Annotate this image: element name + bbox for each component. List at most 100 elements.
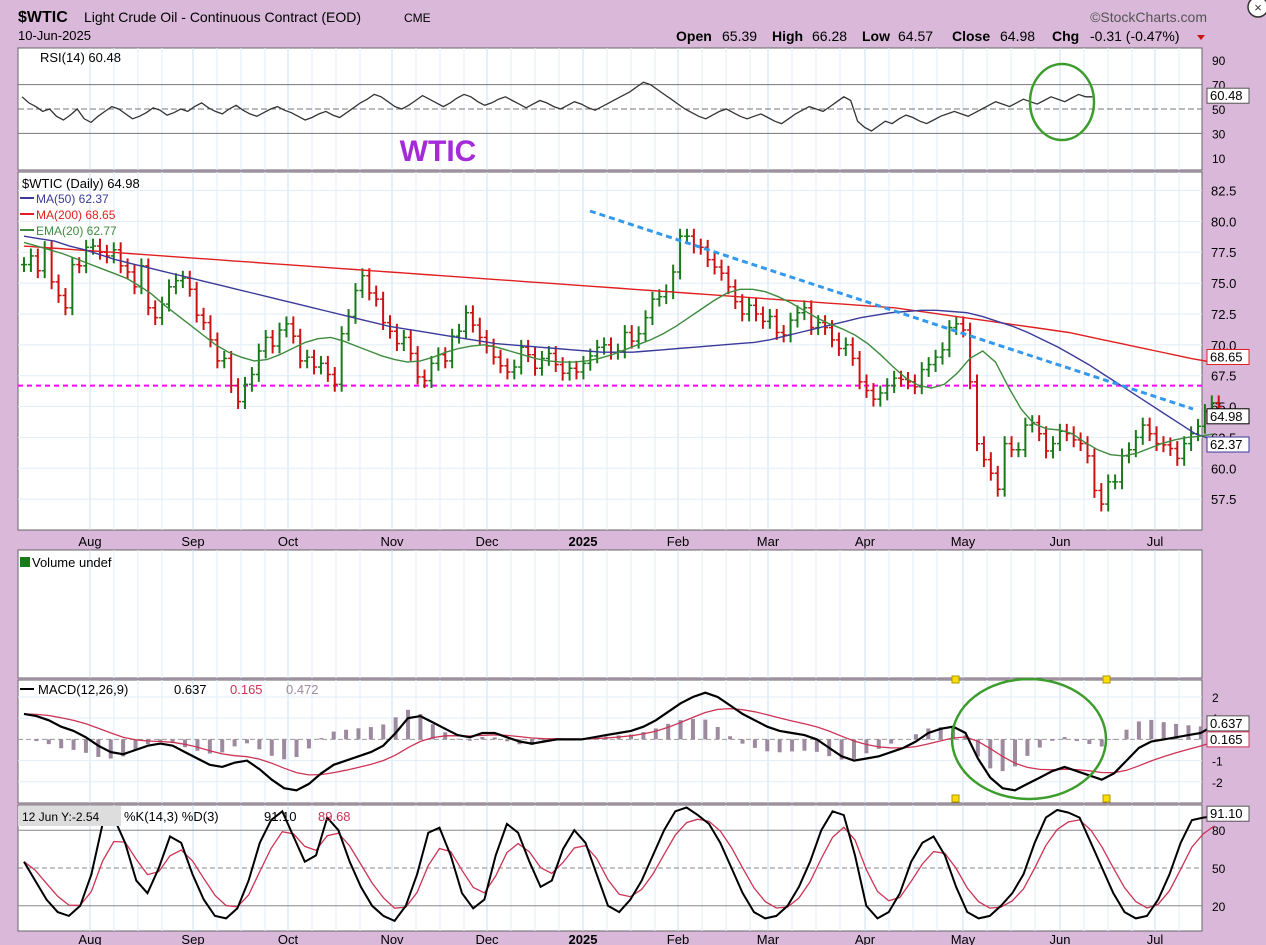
macd-histogram-bar bbox=[1025, 739, 1030, 756]
macd-histogram-bar bbox=[1062, 737, 1067, 740]
month-label: Feb bbox=[667, 534, 689, 549]
price-tick: 67.5 bbox=[1211, 369, 1236, 384]
month-label: Oct bbox=[278, 534, 299, 549]
month-label-bottom: Aug bbox=[78, 932, 101, 945]
macd-histogram-bar bbox=[59, 739, 64, 749]
open-label: Open bbox=[676, 28, 712, 44]
brand: ©StockCharts.com bbox=[1090, 9, 1207, 25]
macd-histogram-bar bbox=[34, 739, 39, 742]
chart-root: $WTIC Light Crude Oil - Continuous Contr… bbox=[0, 0, 1266, 945]
macd-histogram-bar bbox=[505, 739, 510, 742]
close-value: 64.98 bbox=[1000, 28, 1035, 44]
price-tick: 77.5 bbox=[1211, 245, 1236, 260]
month-label-bottom: Sep bbox=[181, 932, 204, 945]
instrument-name: Light Crude Oil - Continuous Contract (E… bbox=[84, 9, 361, 25]
high-value: 66.28 bbox=[812, 28, 847, 44]
low-label: Low bbox=[862, 28, 890, 44]
close-icon[interactable]: × bbox=[1247, 0, 1266, 18]
chg-value: -0.31 (-0.47%) bbox=[1090, 28, 1179, 44]
open-value: 65.39 bbox=[722, 28, 757, 44]
macd-histogram-bar bbox=[1149, 719, 1154, 740]
chg-label: Chg bbox=[1052, 28, 1079, 44]
cursor-readout: 12 Jun Y:-2.54 bbox=[22, 810, 100, 824]
macd-histogram-bar bbox=[913, 734, 918, 740]
macd-hist-value: 0.472 bbox=[286, 682, 319, 697]
macd-histogram-bar bbox=[790, 739, 795, 752]
stoch-tick: 20 bbox=[1212, 900, 1226, 914]
ema20-legend: EMA(20) 62.77 bbox=[36, 224, 117, 238]
month-label-bottom: Apr bbox=[855, 932, 876, 945]
macd-tick: -2 bbox=[1212, 776, 1223, 790]
ma200-legend: MA(200) 68.65 bbox=[36, 208, 116, 222]
macd-histogram-bar bbox=[183, 739, 188, 748]
macd-histogram-bar bbox=[406, 709, 411, 740]
macd-histogram-bar bbox=[703, 719, 708, 740]
macd-histogram-bar bbox=[455, 738, 460, 740]
macd-histogram-bar bbox=[851, 739, 856, 759]
month-label-bottom: May bbox=[951, 932, 976, 945]
macd-histogram-bar bbox=[480, 736, 485, 740]
month-label: May bbox=[951, 534, 976, 549]
macd-histogram-bar bbox=[802, 739, 807, 751]
down-arrow-icon bbox=[1197, 35, 1205, 40]
month-label: Dec bbox=[475, 534, 499, 549]
macd-histogram-bar bbox=[1112, 739, 1117, 740]
svg-text:×: × bbox=[1254, 0, 1262, 15]
macd-histogram-bar bbox=[257, 739, 262, 750]
stoch-d-value: 89.68 bbox=[318, 809, 351, 824]
macd-signal-tag: 0.165 bbox=[1210, 732, 1243, 747]
macd-histogram-bar bbox=[344, 729, 349, 740]
rsi-tick: 50 bbox=[1212, 103, 1226, 117]
volume-legend: Volume undef bbox=[32, 555, 112, 570]
macd-histogram-bar bbox=[356, 728, 361, 740]
macd-signal-value: 0.165 bbox=[230, 682, 263, 697]
exchange: CME bbox=[404, 11, 431, 25]
macd-histogram-bar bbox=[765, 739, 770, 752]
macd-histogram-bar bbox=[988, 739, 993, 769]
macd-histogram-bar bbox=[306, 739, 311, 749]
stoch-tick: 50 bbox=[1212, 862, 1226, 876]
selection-handle bbox=[1102, 675, 1111, 684]
month-label-bottom: Dec bbox=[475, 932, 499, 945]
macd-histogram-bar bbox=[294, 739, 299, 758]
rsi-last-tag: 60.48 bbox=[1210, 88, 1243, 103]
macd-histogram-bar bbox=[1186, 725, 1191, 740]
month-label-bottom: Jun bbox=[1050, 932, 1071, 945]
macd-histogram-bar bbox=[740, 739, 745, 744]
macd-histogram-bar bbox=[232, 739, 237, 747]
macd-histogram-bar bbox=[1037, 739, 1042, 748]
macd-histogram-bar bbox=[83, 739, 88, 753]
price-tick: 57.5 bbox=[1211, 492, 1236, 507]
rsi-panel-frame bbox=[17, 47, 1203, 171]
price-tick: 60.0 bbox=[1211, 461, 1236, 476]
macd-histogram-bar bbox=[220, 739, 225, 753]
month-label-bottom: Mar bbox=[757, 932, 780, 945]
month-label: Mar bbox=[757, 534, 780, 549]
month-label-bottom: Feb bbox=[667, 932, 689, 945]
macd-histogram-bar bbox=[752, 739, 757, 748]
macd-histogram-bar bbox=[1161, 722, 1166, 740]
price-tick: 80.0 bbox=[1211, 214, 1236, 229]
chart-svg: $WTIC Light Crude Oil - Continuous Contr… bbox=[17, 0, 1266, 945]
month-label-bottom: Jul bbox=[1147, 932, 1164, 945]
price-tick: 75.0 bbox=[1211, 276, 1236, 291]
selection-handle bbox=[951, 675, 960, 684]
macd-histogram-bar bbox=[282, 739, 287, 760]
macd-histogram-bar bbox=[690, 718, 695, 740]
macd-histogram-bar bbox=[864, 739, 869, 754]
macd-histogram-bar bbox=[1074, 739, 1079, 741]
watermark-label: WTIC bbox=[400, 135, 477, 168]
macd-histogram-bar bbox=[96, 739, 101, 757]
price-tick: 82.5 bbox=[1211, 184, 1236, 199]
macd-tick: -1 bbox=[1212, 755, 1223, 769]
macd-histogram-bar bbox=[393, 717, 398, 740]
macd-histogram-bar bbox=[381, 724, 386, 740]
month-label: 2025 bbox=[569, 534, 598, 549]
ma50-tag: 62.37 bbox=[1210, 437, 1243, 452]
month-label: Aug bbox=[78, 534, 101, 549]
macd-histogram-bar bbox=[108, 739, 113, 759]
volume-panel-frame bbox=[17, 549, 1203, 679]
macd-histogram-bar bbox=[195, 739, 200, 751]
ma50-legend: MA(50) 62.37 bbox=[36, 192, 109, 206]
macd-histogram-bar bbox=[492, 737, 497, 740]
